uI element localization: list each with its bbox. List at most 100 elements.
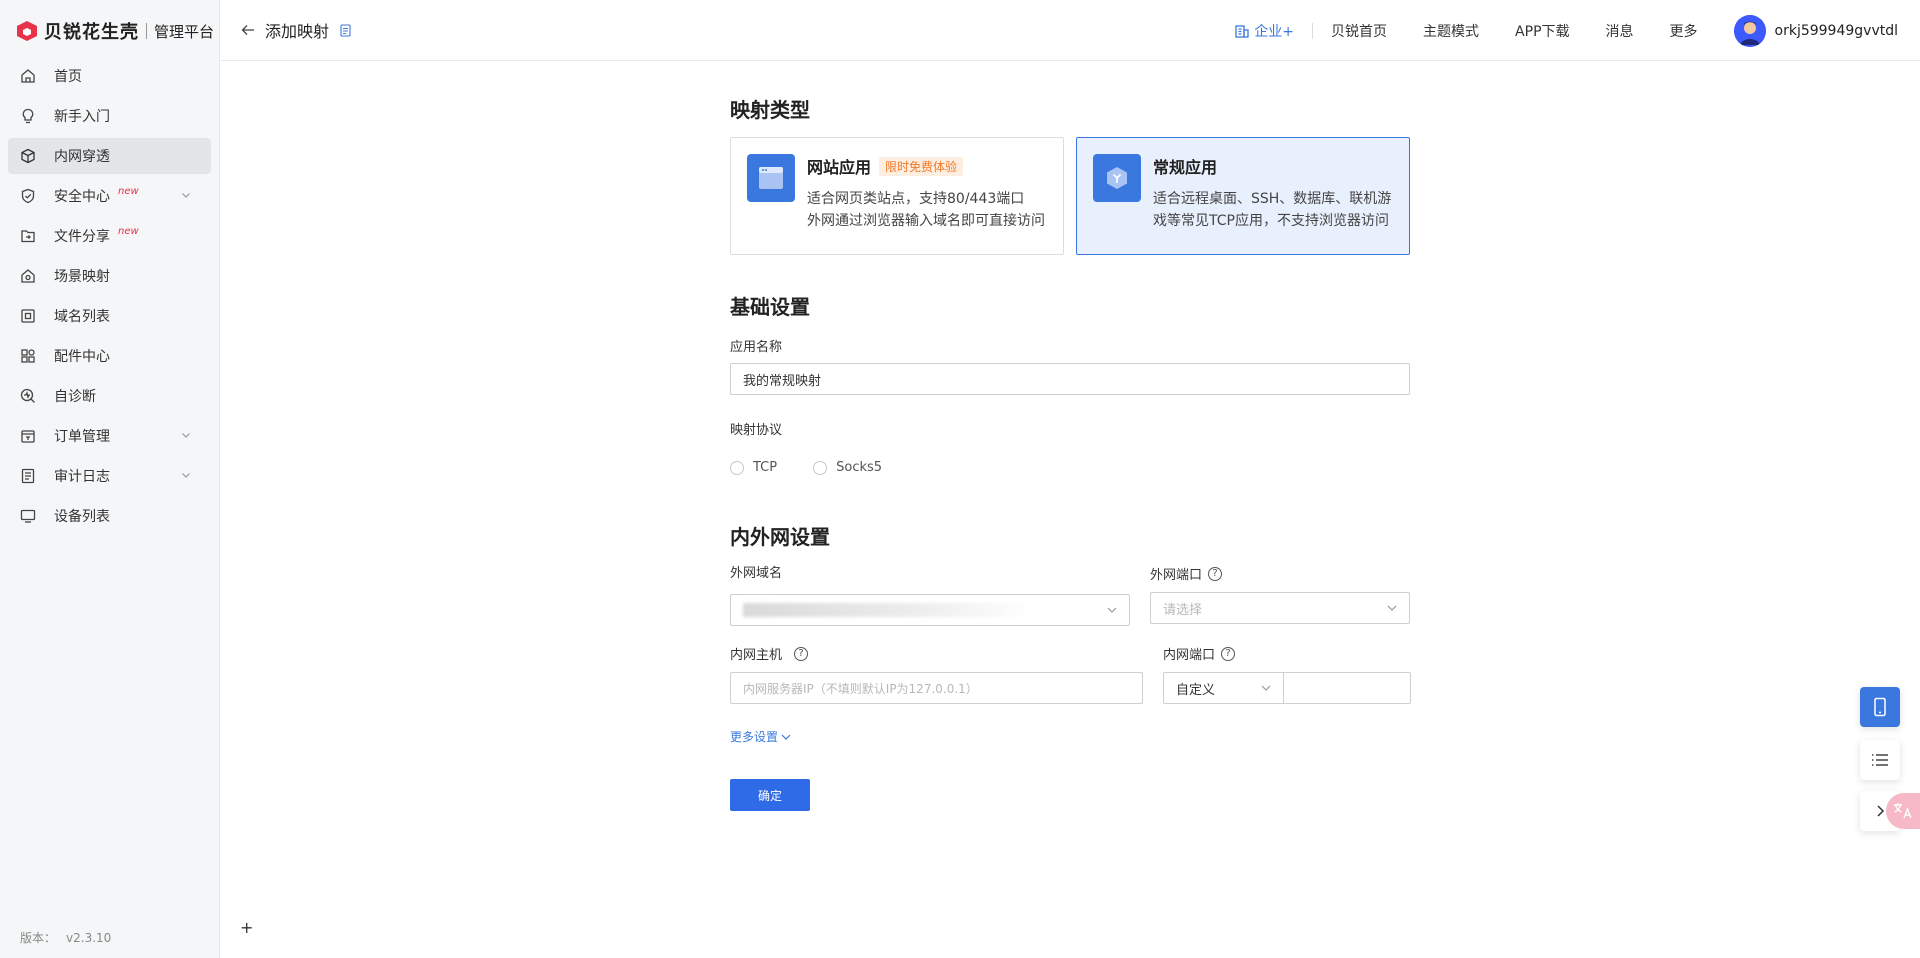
chevron-down-icon — [1107, 607, 1117, 613]
radio-label: Socks5 — [836, 460, 883, 475]
card-title: 网站应用 — [807, 158, 872, 177]
order-icon — [20, 428, 36, 444]
app-cube-icon — [1093, 154, 1141, 202]
sidebar-item-orders[interactable]: 订单管理 — [8, 418, 211, 454]
phone-icon — [1874, 697, 1886, 717]
sidebar-item-domains[interactable]: 域名列表 — [8, 298, 211, 334]
external-domain-select[interactable] — [730, 594, 1130, 626]
theme-link[interactable]: 主题模式 — [1423, 21, 1479, 41]
username: orkj599949gvvtdl — [1774, 22, 1898, 39]
chevron-down-icon — [182, 473, 190, 478]
browser-window-icon — [747, 154, 795, 202]
sidebar-item-label: 文件分享 — [54, 229, 110, 245]
app-name-input[interactable]: 我的常规映射 — [730, 363, 1410, 395]
grid-icon — [20, 348, 36, 364]
sidebar-item-label: 自诊断 — [54, 389, 96, 405]
radio-circle — [730, 460, 744, 475]
messages-link[interactable]: 消息 — [1606, 21, 1634, 41]
free-trial-badge: 限时免费体验 — [879, 156, 964, 176]
device-icon — [20, 508, 36, 524]
card-title: 常规应用 — [1153, 158, 1218, 177]
sidebar-item-getting-started[interactable]: 新手入门 — [8, 98, 211, 134]
translate-widget[interactable] — [1886, 793, 1920, 829]
help-icon[interactable]: ? — [794, 646, 809, 661]
app-name-label: 应用名称 — [730, 340, 783, 355]
network-settings-title: 内外网设置 — [730, 525, 830, 549]
brand-divider — [146, 23, 147, 39]
sidebar-item-label: 安全中心 — [54, 189, 110, 205]
enterprise-label: 企业+ — [1254, 23, 1295, 40]
help-icon[interactable]: ? — [1221, 646, 1236, 661]
page-title: 添加映射 — [265, 22, 330, 41]
mapping-type-cards: 网站应用 限时免费体验 适合网页类站点，支持80/443端口 外网通过浏览器输入域… — [730, 137, 1410, 255]
chevron-right-icon — [1877, 805, 1885, 817]
top-divider — [1312, 22, 1314, 39]
plus-icon[interactable]: + — [240, 918, 253, 937]
external-port-select[interactable]: 请选择 — [1150, 592, 1410, 624]
diagnose-icon — [20, 388, 36, 404]
sidebar-item-label: 场景映射 — [54, 269, 110, 285]
user-menu[interactable]: orkj599949gvvtdl — [1733, 14, 1898, 47]
sidebar-item-accessories[interactable]: 配件中心 — [8, 338, 211, 374]
select-value: 自定义 — [1176, 682, 1216, 698]
home-link[interactable]: 贝锐首页 — [1331, 21, 1387, 41]
sidebar-item-label: 首页 — [54, 69, 82, 85]
list-button[interactable] — [1860, 740, 1900, 780]
back-arrow-icon[interactable] — [241, 23, 255, 37]
internal-row: 内网主机 ? 内网服务器IP（不填则默认IP为127.0.0.1） 内网端口 ?… — [730, 644, 1411, 704]
chevron-down-icon — [781, 734, 791, 740]
sidebar-item-devices[interactable]: 设备列表 — [8, 498, 211, 534]
log-icon — [20, 468, 36, 484]
socks5-radio[interactable]: Socks5 — [813, 460, 882, 475]
mapping-type-title: 映射类型 — [730, 98, 810, 122]
internal-port-mode-select[interactable]: 自定义 — [1163, 672, 1284, 704]
mobile-app-button[interactable] — [1860, 687, 1900, 727]
radio-circle — [813, 460, 828, 475]
app-download-link[interactable]: APP下载 — [1515, 21, 1569, 41]
tcp-radio[interactable]: TCP — [730, 460, 777, 475]
sidebar-item-label: 域名列表 — [54, 309, 110, 325]
sidebar-item-scene[interactable]: 场景映射 — [8, 258, 211, 294]
enterprise-link[interactable]: 企业+ — [1234, 21, 1294, 41]
chevron-down-icon — [182, 433, 190, 438]
card-desc-line: 适合远程桌面、SSH、数据库、联机游 — [1153, 191, 1392, 207]
chevron-down-icon — [1387, 605, 1397, 611]
translate-icon — [1894, 803, 1912, 819]
new-badge: new — [118, 225, 139, 237]
internal-port-label: 内网端口 — [1163, 648, 1216, 663]
card-desc-line: 适合网页类站点，支持80/443端口 — [807, 191, 1025, 207]
more-link[interactable]: 更多 — [1670, 21, 1698, 41]
sidebar-nav: 首页 新手入门 内网穿透 安全中心 new 文件分享 new 场景映射 域名列表 — [0, 58, 219, 534]
sidebar-item-security[interactable]: 安全中心 new — [8, 178, 211, 214]
sidebar-item-diagnose[interactable]: 自诊断 — [8, 378, 211, 414]
help-icon[interactable]: ? — [1208, 566, 1223, 581]
sidebar-item-label: 订单管理 — [54, 429, 110, 445]
internal-host-input[interactable]: 内网服务器IP（不填则默认IP为127.0.0.1） — [730, 672, 1143, 704]
brand-subtitle: 管理平台 — [154, 22, 215, 41]
external-domain-label: 外网域名 — [730, 566, 783, 581]
list-icon — [1872, 754, 1888, 766]
enterprise-icon — [1235, 24, 1249, 38]
sidebar-item-label: 内网穿透 — [54, 149, 110, 165]
document-icon[interactable] — [339, 23, 352, 37]
internal-host-label-row: 内网主机 ? — [730, 644, 1143, 663]
basic-settings-title: 基础设置 — [730, 295, 810, 319]
confirm-button[interactable]: 确定 — [730, 779, 810, 811]
sidebar-item-penetration[interactable]: 内网穿透 — [8, 138, 211, 174]
brand-logo[interactable]: 贝锐花生壳 管理平台 — [0, 0, 219, 62]
sidebar-item-file-share[interactable]: 文件分享 new — [8, 218, 211, 254]
blurred-domain — [743, 603, 1033, 617]
regular-app-card[interactable]: 常规应用 适合远程桌面、SSH、数据库、联机游 戏等常见TCP应用，不支持浏览器… — [1076, 137, 1410, 255]
protocol-radio-group: TCP Socks5 — [730, 460, 1410, 475]
new-badge: new — [118, 185, 139, 197]
website-app-card[interactable]: 网站应用 限时免费体验 适合网页类站点，支持80/443端口 外网通过浏览器输入域… — [730, 137, 1064, 255]
sidebar-item-audit-log[interactable]: 审计日志 — [8, 458, 211, 494]
sidebar-item-label: 新手入门 — [54, 109, 110, 125]
radio-label: TCP — [753, 460, 778, 475]
more-settings-toggle[interactable]: 更多设置 — [730, 728, 1410, 745]
top-nav: 企业+ 贝锐首页 主题模式 APP下载 消息 更多 orkj599949gvvt… — [1234, 0, 1898, 61]
version-label: 版本： — [20, 931, 57, 945]
version-info: 版本： v2.3.10 — [20, 929, 111, 946]
internal-port-input[interactable] — [1284, 672, 1411, 704]
sidebar-item-home[interactable]: 首页 — [8, 58, 211, 94]
